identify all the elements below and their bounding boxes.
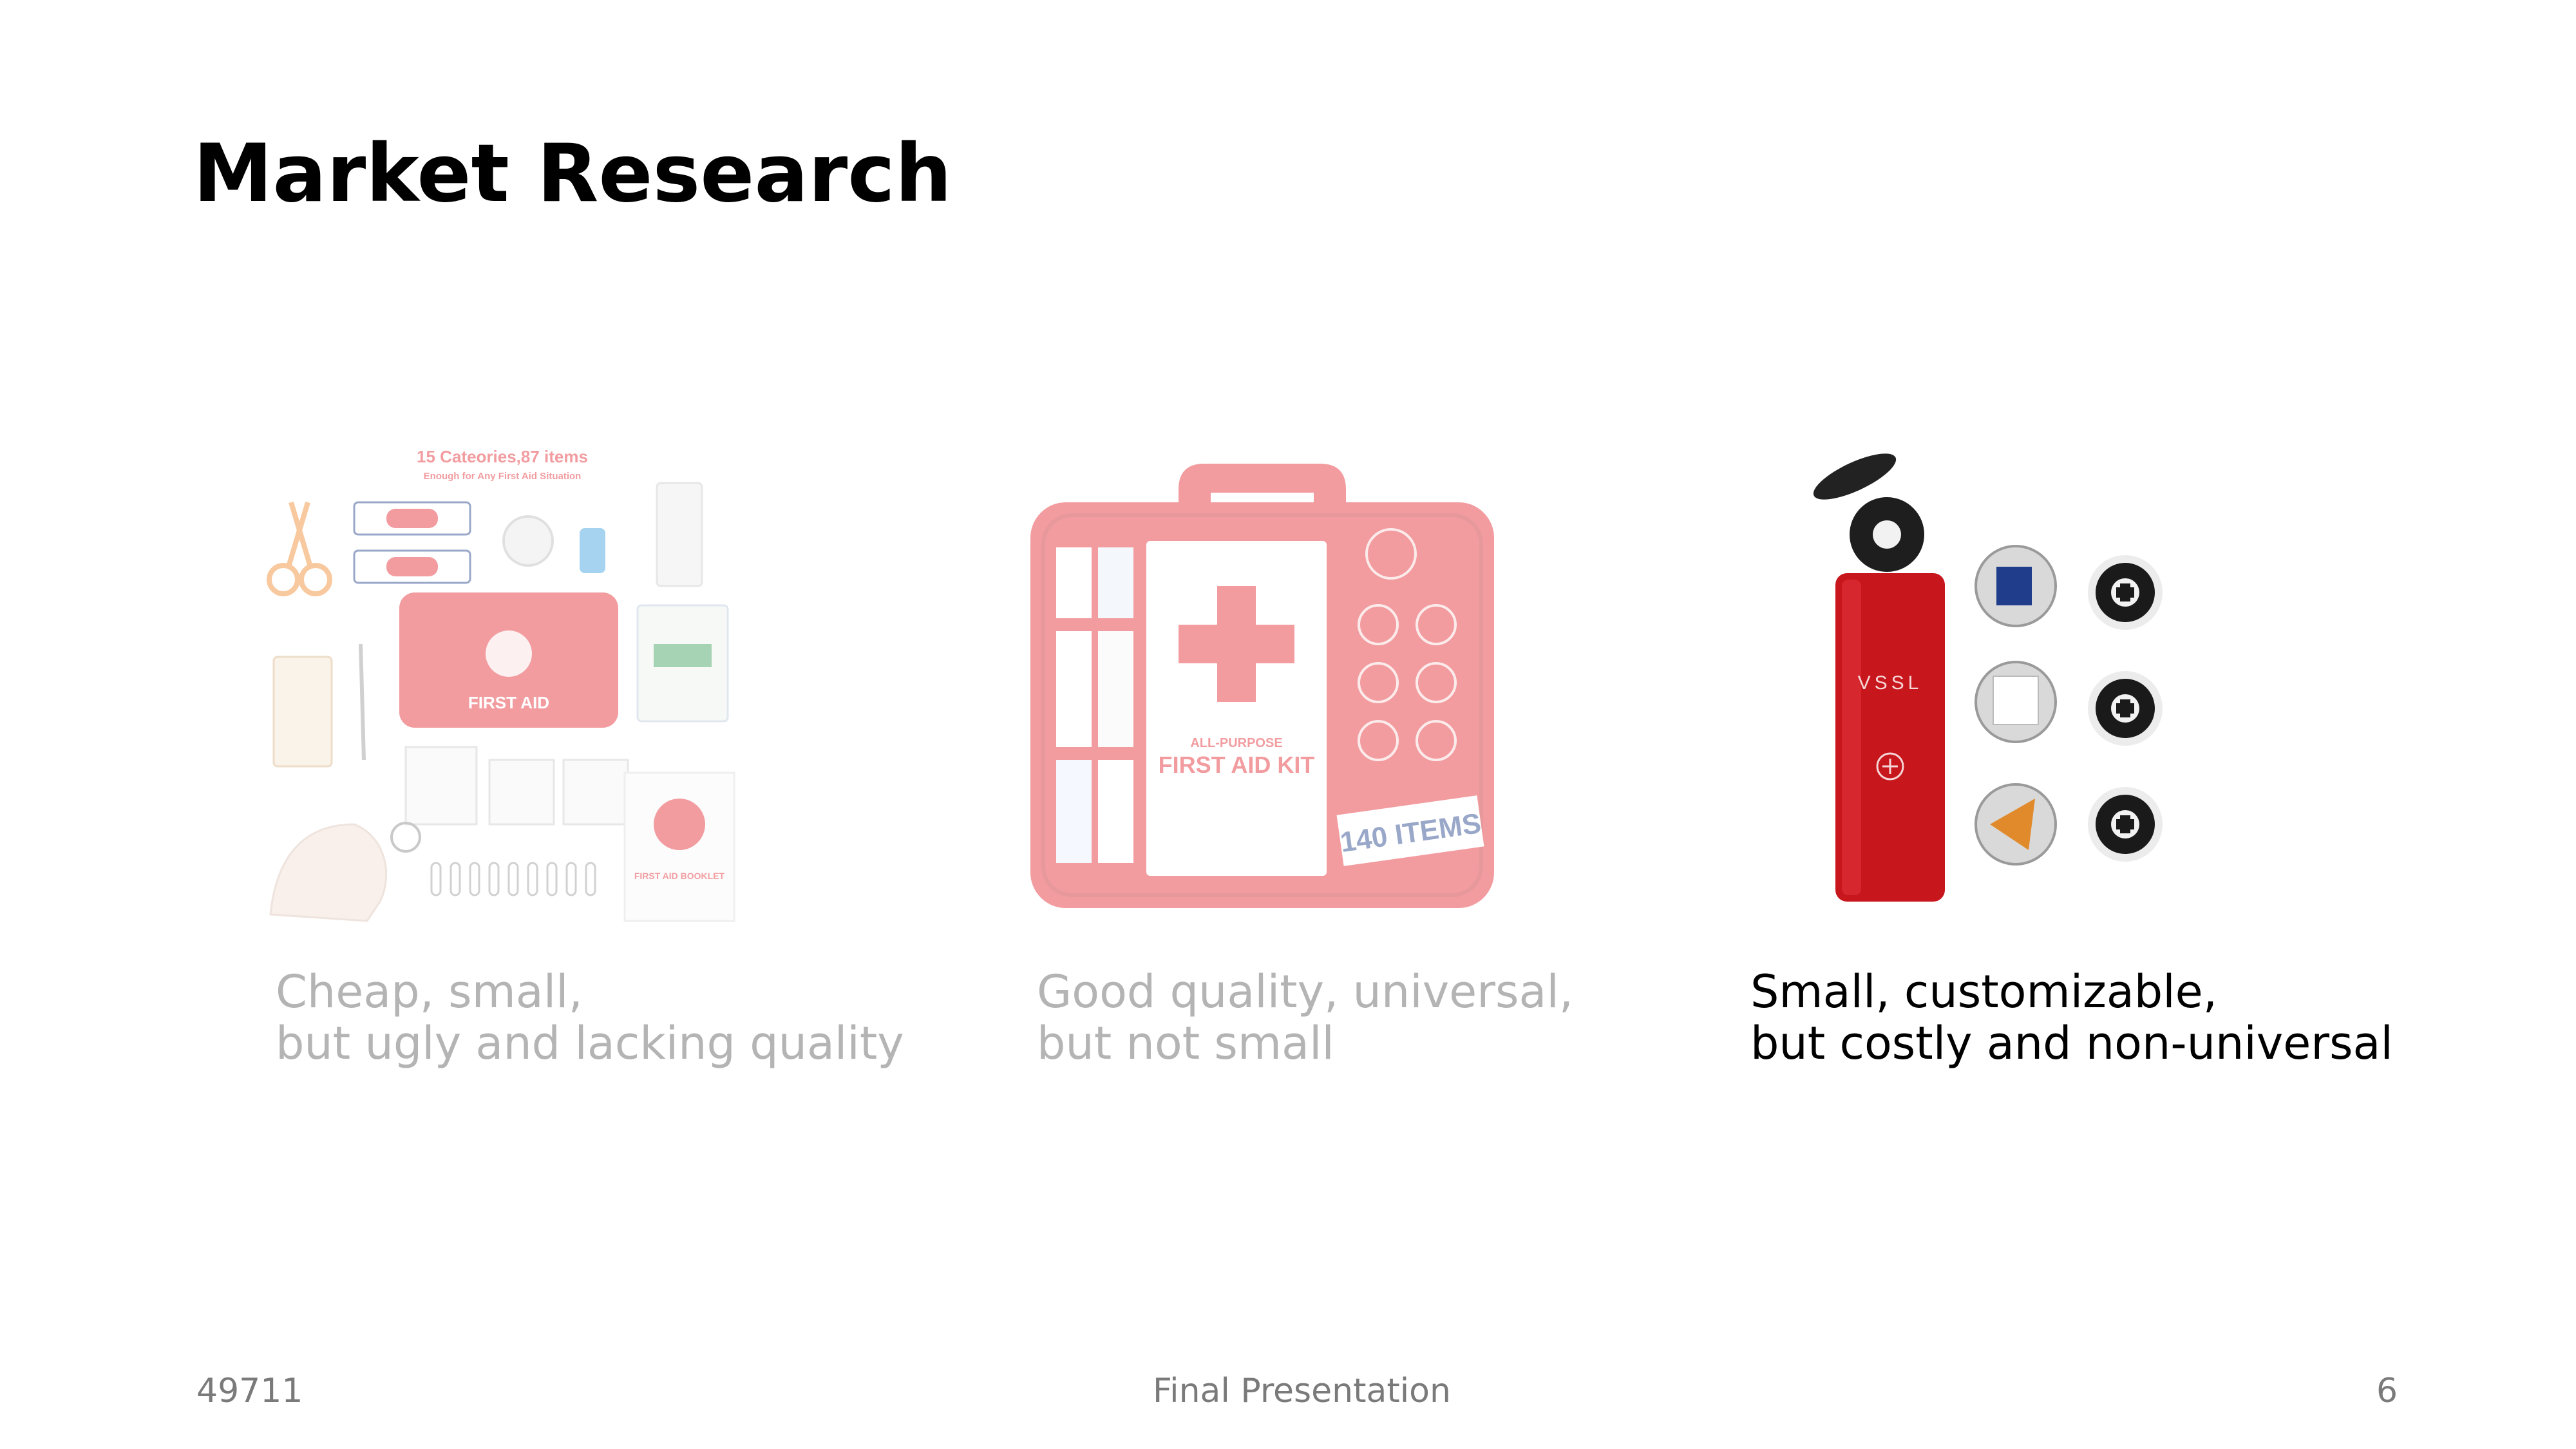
- vssl-brand: VSSL: [1858, 672, 1923, 694]
- closed-tin-plus-icon: [2088, 555, 2163, 630]
- open-tin: [1975, 661, 2057, 743]
- caption-vssl-kit: Small, customizable, but costly and non-…: [1750, 966, 2393, 1069]
- tube-highlight: [1842, 580, 1861, 895]
- vssl-kit-illustration: VSSL: [1813, 453, 2163, 902]
- closed-tin-plus-icon: [2088, 787, 2163, 862]
- gauze-pack: [656, 482, 703, 587]
- booklet-logo: [654, 799, 705, 850]
- pouch-label: FIRST AID: [468, 693, 549, 712]
- tweezers: [359, 643, 366, 761]
- slide-title: Market Research: [193, 128, 952, 220]
- scissors-icon: [267, 501, 332, 596]
- gloves: [269, 823, 388, 922]
- safety-pins: [430, 862, 596, 896]
- image-subheadline: Enough for Any First Aid Situation: [424, 471, 582, 482]
- budget-kit-illustration: 15 Cateories,87 items Enough for Any Fir…: [267, 447, 735, 922]
- pouch-logo: [486, 630, 532, 677]
- caption-budget-kit: Cheap, small, but ugly and lacking quali…: [276, 966, 904, 1069]
- kit-name: FIRST AID KIT: [1159, 752, 1315, 778]
- hard-case-kit-illustration: ALL-PURPOSE FIRST AID KIT 140 ITEMS: [1030, 464, 1494, 908]
- caption-hard-case-kit: Good quality, universal, but not small: [1037, 966, 1573, 1069]
- medical-tape: [580, 528, 605, 573]
- tape-roll: [502, 515, 554, 567]
- closed-tin-plus-icon: [2088, 671, 2163, 746]
- keyring: [390, 822, 421, 853]
- case-handle: [1179, 464, 1346, 509]
- product-image-hard-case-kit: ALL-PURPOSE FIRST AID KIT 140 ITEMS: [1018, 438, 1507, 927]
- caption-line: Small, customizable,: [1750, 965, 2217, 1018]
- caption-line: but costly and non-universal: [1750, 1017, 2393, 1070]
- open-tin: [1975, 545, 2057, 627]
- footer-page-number: 6: [2376, 1372, 2398, 1410]
- caption-line: Good quality, universal,: [1037, 965, 1574, 1018]
- bandage-pad: [386, 557, 438, 576]
- footer-course-number: 49711: [196, 1372, 303, 1410]
- caption-line: but ugly and lacking quality: [276, 1017, 904, 1070]
- booklet-label: FIRST AID BOOKLET: [634, 871, 725, 881]
- caption-line: Cheap, small,: [276, 965, 583, 1018]
- product-image-vssl-kit: VSSL: [1726, 438, 2215, 927]
- product-image-budget-kit: 15 Cateories,87 items Enough for Any Fir…: [258, 438, 747, 927]
- image-headline: 15 Cateories,87 items: [417, 447, 588, 466]
- kit-label: ALL-PURPOSE: [1190, 736, 1282, 750]
- lid-center: [1873, 520, 1901, 549]
- footer-title: Final Presentation: [1153, 1372, 1451, 1410]
- open-tin: [1975, 783, 2057, 866]
- pack-label: [654, 644, 712, 667]
- red-cross-horizontal: [1179, 625, 1294, 663]
- bandage-pad: [386, 509, 438, 528]
- ointment-packet: [562, 759, 629, 826]
- cotton-swabs: [272, 656, 333, 768]
- caption-line: but not small: [1037, 1017, 1334, 1070]
- antiseptic-packet: [404, 746, 478, 826]
- cleansing-packet: [488, 759, 555, 826]
